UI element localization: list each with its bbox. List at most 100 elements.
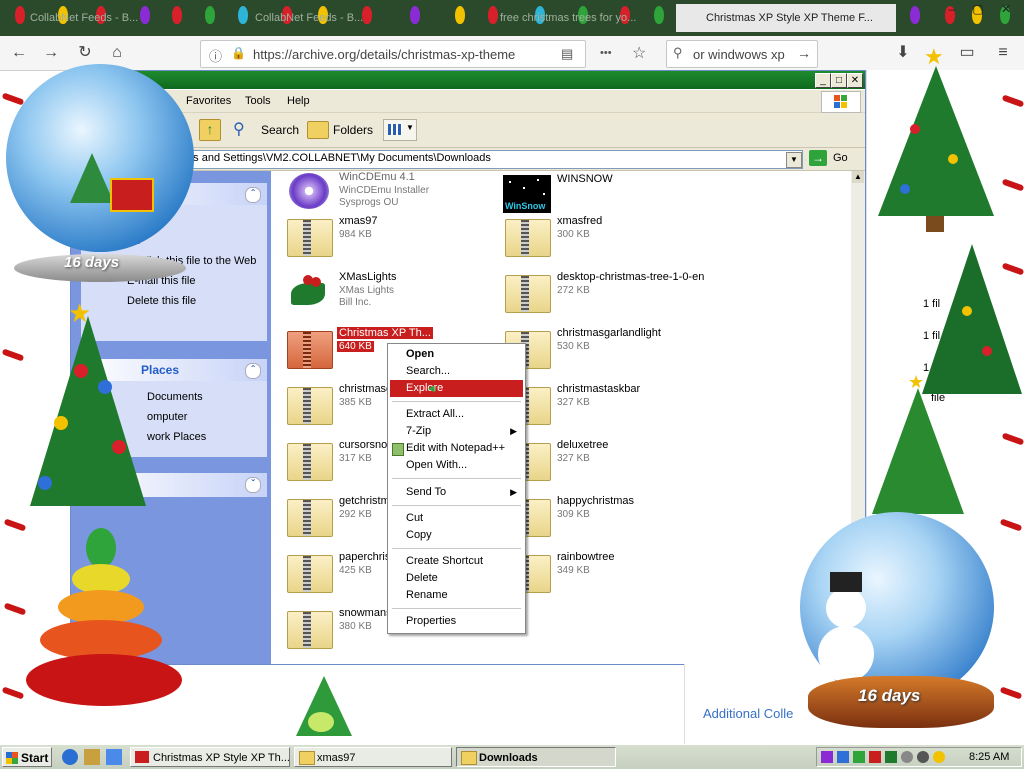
menu-item-create-shortcut[interactable]: Create Shortcut bbox=[390, 553, 523, 570]
disc-icon bbox=[285, 173, 331, 213]
file-item-rainbowtree[interactable]: rainbowtree 349 KB bbox=[503, 549, 703, 599]
tray-icon[interactable] bbox=[901, 751, 913, 763]
menu-item-rename[interactable]: Rename bbox=[390, 587, 523, 604]
countdown-left: 16 days bbox=[64, 254, 120, 271]
christmas-tree-right-bottom: ★ bbox=[870, 372, 966, 518]
zip-folder-icon bbox=[503, 217, 551, 257]
menu-item-explore[interactable]: Explore bbox=[390, 380, 523, 397]
menu-help[interactable]: Help bbox=[287, 95, 310, 107]
url-bar[interactable]: ⓘ 🔒 https://archive.org/details/christma… bbox=[200, 40, 586, 68]
tray-icon[interactable] bbox=[837, 751, 849, 763]
browser-restore-button[interactable]: ▢ bbox=[966, 2, 990, 16]
lock-icon: 🔒 bbox=[231, 46, 246, 60]
zip-folder-icon bbox=[503, 273, 551, 313]
gift-icon bbox=[110, 178, 154, 212]
file-item-happychristmas[interactable]: happychristmas 309 KB bbox=[503, 493, 703, 543]
grinch-tree-icon bbox=[288, 676, 358, 744]
tray-icon[interactable] bbox=[869, 751, 881, 763]
address-dropdown-icon[interactable]: ▼ bbox=[786, 152, 802, 168]
star-icon: ★ bbox=[68, 298, 92, 328]
search-value: or windwows xp bbox=[693, 47, 785, 62]
menu-item-properties[interactable]: Properties bbox=[390, 613, 523, 630]
quicklaunch-icon[interactable] bbox=[84, 749, 100, 765]
folder-icon bbox=[461, 751, 477, 765]
zip-folder-icon bbox=[285, 329, 333, 369]
menu-separator bbox=[392, 505, 521, 506]
explorer-close-button[interactable]: ✕ bbox=[847, 73, 863, 88]
collapse-chevron-icon[interactable]: ˆ bbox=[245, 363, 261, 379]
file-item-xmaslights[interactable]: XMasLights XMas Lights Bill Inc. bbox=[285, 269, 485, 319]
taskbar-item-xmas97[interactable]: xmas97 bbox=[294, 747, 452, 767]
tray-icon[interactable] bbox=[917, 751, 929, 763]
menu-separator bbox=[392, 608, 521, 609]
file-item-christmasgarlandlight[interactable]: christmasgarlandlight 530 KB bbox=[503, 325, 703, 375]
tab-christmas-xp-theme[interactable]: Christmas XP Style XP Theme F... bbox=[676, 4, 896, 32]
tray-icon[interactable] bbox=[885, 751, 897, 763]
menu-item-open-with[interactable]: Open With... bbox=[390, 457, 523, 474]
file-item-xmasfred[interactable]: xmasfred 300 KB bbox=[503, 213, 703, 263]
file-item-desktop-christmas-tree[interactable]: desktop-christmas-tree-1-0-en 272 KB bbox=[503, 269, 704, 319]
chevron-down-icon: ▼ bbox=[406, 123, 414, 132]
windows-logo-icon bbox=[6, 752, 18, 764]
scroll-up-icon[interactable]: ▲ bbox=[852, 171, 864, 183]
browser-minimize-button[interactable]: – bbox=[940, 2, 964, 16]
menu-separator bbox=[392, 478, 521, 479]
tray-icon[interactable] bbox=[853, 751, 865, 763]
explorer-maximize-button[interactable]: □ bbox=[831, 73, 847, 88]
additional-collections-link[interactable]: Additional Colle bbox=[703, 706, 793, 721]
file-item-deluxetree[interactable]: deluxetree 327 KB bbox=[503, 437, 703, 487]
menu-item-search[interactable]: Search... bbox=[390, 363, 523, 380]
url-text: https://archive.org/details/christmas-xp… bbox=[253, 47, 516, 62]
page-actions-icon[interactable]: ••• bbox=[600, 47, 612, 59]
collapse-chevron-icon[interactable]: ˆ bbox=[245, 187, 261, 203]
menu-item-7zip[interactable]: 7-Zip ▶ bbox=[390, 423, 523, 440]
countdown-right: 16 days bbox=[858, 686, 921, 705]
search-icon: ⚲ bbox=[673, 45, 683, 60]
reader-view-icon[interactable]: ▤ bbox=[561, 46, 573, 62]
info-icon[interactable]: ⓘ bbox=[209, 46, 222, 65]
file-item-wincdemu[interactable]: WinCDEmu 4.1 WinCDEmu Installer Sysprogs… bbox=[285, 169, 485, 219]
menu-item-send-to[interactable]: Send To ▶ bbox=[390, 484, 523, 501]
snow-globe-right: 16 days bbox=[798, 510, 1002, 732]
menu-item-copy[interactable]: Copy bbox=[390, 527, 523, 544]
taskbar-item-christmas-xp[interactable]: Christmas XP Style XP Th... bbox=[130, 747, 290, 767]
file-item-xmas97[interactable]: xmas97 984 KB bbox=[285, 213, 485, 263]
explorer-minimize-button[interactable]: _ bbox=[815, 73, 831, 88]
show-desktop-icon[interactable] bbox=[106, 749, 122, 765]
clock[interactable]: 8:25 AM bbox=[969, 751, 1009, 763]
views-button[interactable]: ▼ bbox=[383, 119, 417, 141]
folder-up-icon[interactable]: ↑ bbox=[199, 119, 221, 141]
tray-icon[interactable] bbox=[821, 751, 833, 763]
tab-collabnet-feeds-1[interactable]: CollabNet Feeds - B... bbox=[0, 4, 160, 32]
menu-item-edit-notepad[interactable]: Edit with Notepad++ bbox=[390, 440, 523, 457]
tab-free-christmas-trees[interactable]: free christmas trees for yo... bbox=[470, 4, 680, 32]
menu-item-extract-all[interactable]: Extract All... bbox=[390, 406, 523, 423]
start-button[interactable]: Start bbox=[2, 747, 52, 767]
menu-item-open[interactable]: Open bbox=[390, 346, 523, 363]
tree-icon bbox=[70, 153, 114, 203]
christmas-tree-left: ★ bbox=[8, 296, 168, 516]
zip-folder-icon bbox=[285, 441, 333, 481]
menu-separator bbox=[392, 548, 521, 549]
search-go-icon[interactable]: → bbox=[797, 45, 811, 61]
context-menu: Open Search... Explore Extract All... 7-… bbox=[387, 343, 526, 634]
browser-close-button[interactable]: ✕ bbox=[994, 2, 1018, 16]
search-input[interactable]: ⚲ or windwows xp → bbox=[666, 40, 818, 68]
file-item-christmastaskbar[interactable]: christmastaskbar 327 KB bbox=[503, 381, 703, 431]
bookmark-star-icon[interactable]: ☆ bbox=[632, 43, 646, 63]
tab-collabnet-feeds-2[interactable]: CollabNet Feeds - B... bbox=[225, 4, 385, 32]
menu-tools[interactable]: Tools bbox=[245, 95, 271, 107]
tray-icon[interactable] bbox=[933, 751, 945, 763]
holly-icon bbox=[285, 273, 331, 313]
expand-chevron-icon[interactable]: ˇ bbox=[245, 477, 261, 493]
christmas-tree-right-top: ★ bbox=[870, 44, 1002, 234]
ie-quicklaunch-icon[interactable] bbox=[62, 749, 78, 765]
magnifier-icon: ⚲ bbox=[233, 121, 245, 138]
menu-item-cut[interactable]: Cut bbox=[390, 510, 523, 527]
submenu-arrow-icon: ▶ bbox=[510, 426, 517, 436]
snowman-icon bbox=[826, 588, 866, 628]
taskbar-item-downloads[interactable]: Downloads bbox=[456, 747, 616, 767]
zip-folder-icon bbox=[285, 217, 333, 257]
spiral-tree-decoration bbox=[26, 528, 186, 708]
menu-item-delete[interactable]: Delete bbox=[390, 570, 523, 587]
